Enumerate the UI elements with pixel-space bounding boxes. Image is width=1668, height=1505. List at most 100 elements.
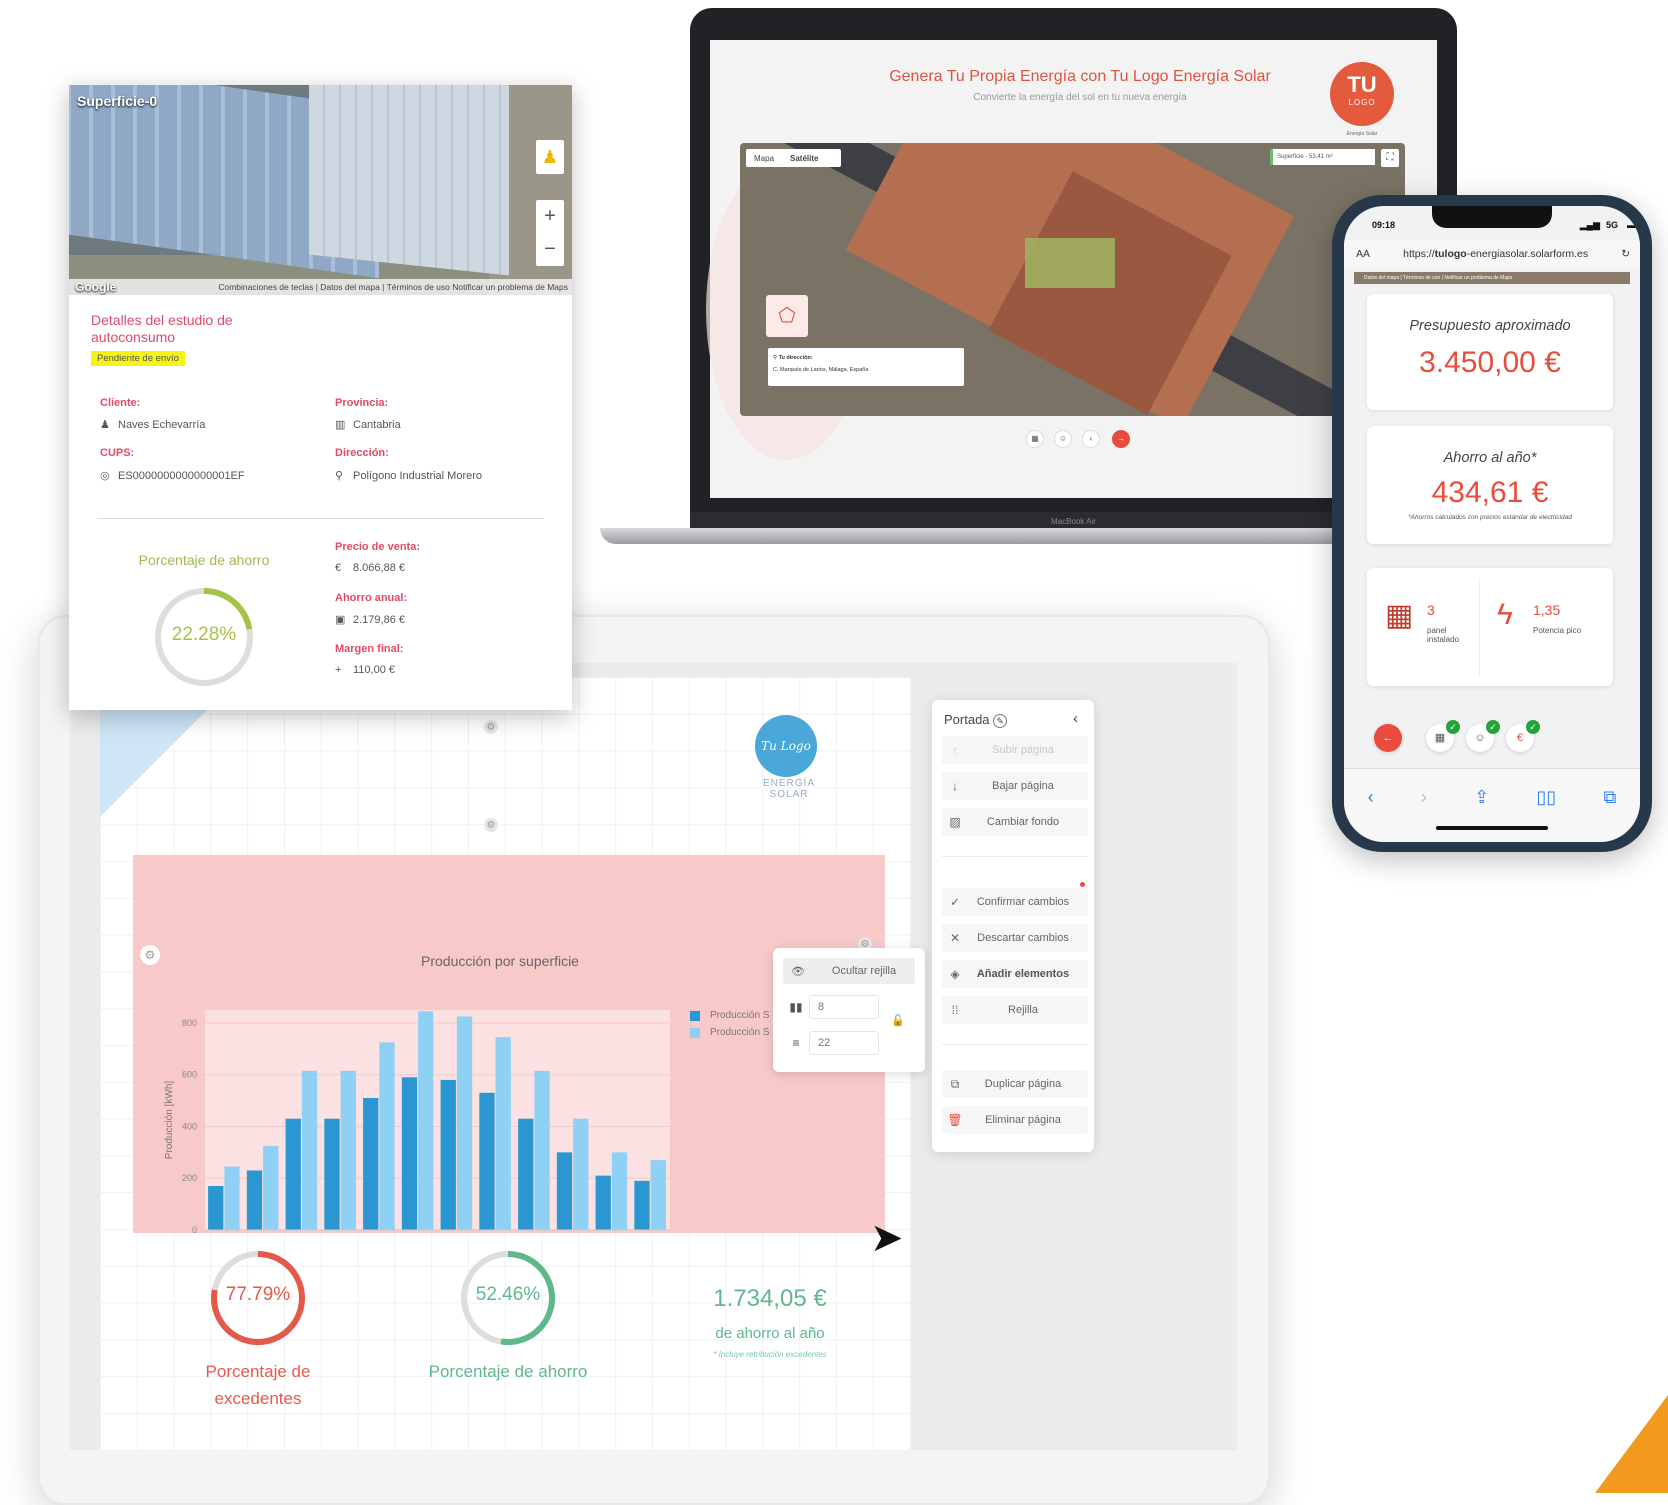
landing-title: Genera Tu Propia Energía con Tu Logo Ene… xyxy=(889,68,1271,85)
bar xyxy=(340,1070,356,1230)
confirm-changes-button[interactable]: ✓ Confirmar cambios xyxy=(942,888,1088,916)
peak-label: Potencia pico xyxy=(1533,626,1582,635)
back-arrow-icon[interactable]: ← xyxy=(1374,724,1402,752)
step-user-icon[interactable]: ☺ xyxy=(1054,430,1072,448)
hide-grid-button[interactable]: 👁 Ocultar rejilla xyxy=(783,958,915,984)
selected-surface[interactable] xyxy=(1025,238,1115,288)
bar xyxy=(611,1152,628,1230)
menu-item-label: Descartar cambios xyxy=(977,932,1069,944)
margen-label: Margen final: xyxy=(335,643,404,655)
cups-value: ◎ ES0000000000000001EF xyxy=(100,469,245,482)
direccion-label: Dirección: xyxy=(335,447,389,459)
network-type: 5G xyxy=(1605,220,1618,230)
map-footer-strip: Datos del mapa | Términos de uso | Notif… xyxy=(1354,272,1630,284)
bar xyxy=(595,1175,611,1230)
tab-satellite[interactable]: Satélite xyxy=(782,154,826,163)
bar xyxy=(650,1160,666,1230)
move-page-up-button[interactable]: ↑ Subir página xyxy=(942,736,1088,764)
grid-columns-input[interactable]: 8 xyxy=(809,995,879,1019)
grid-button[interactable]: ⁞⁞ Rejilla xyxy=(942,996,1088,1024)
url-domain-bold: tulogo xyxy=(1434,248,1467,260)
add-elements-button[interactable]: ◈ Añadir elementos xyxy=(942,960,1088,988)
study-details-card: Superficie-0 ♟ + − Combinaciones de tecl… xyxy=(69,85,572,710)
step-next-icon[interactable]: → xyxy=(1112,430,1130,448)
bar xyxy=(208,1186,224,1230)
reader-mode-button[interactable]: AA xyxy=(1356,248,1370,260)
shapes-icon: ◈ xyxy=(950,967,960,981)
step-back-icon[interactable]: ‹ xyxy=(1082,430,1100,448)
duplicate-page-button[interactable]: ⧉ Duplicar página xyxy=(942,1070,1088,1098)
legend-swatch xyxy=(690,1027,700,1038)
user-icon: ♟ xyxy=(100,419,110,431)
menu-item-label: Eliminar página xyxy=(985,1114,1061,1126)
map-roof xyxy=(309,85,509,276)
ahorro-label: Porcentaje de ahorro xyxy=(428,1362,588,1381)
saving-value: 434,61 € xyxy=(1431,476,1549,509)
forward-icon[interactable]: › xyxy=(1421,787,1427,842)
delete-page-button[interactable]: 🗑 Eliminar página xyxy=(942,1106,1088,1134)
satellite-map[interactable]: Superficie-0 ♟ + − Combinaciones de tecl… xyxy=(69,85,572,295)
ahorro-anual-text: 2.179,86 € xyxy=(353,614,405,626)
browser-toolbar: ‹ › ⇪ ▯▯ ⧉ xyxy=(1344,768,1640,842)
bar xyxy=(556,1152,573,1230)
change-background-button[interactable]: ▨ Cambiar fondo xyxy=(942,808,1088,836)
bookmarks-icon[interactable]: ▯▯ xyxy=(1536,787,1556,842)
chevron-left-icon[interactable]: ‹ xyxy=(1073,710,1078,727)
address-box[interactable]: ⚲ Tu dirección: C. Marqués de Larios, Mál… xyxy=(768,348,964,386)
lock-icon[interactable]: 🔓 xyxy=(891,1014,905,1027)
map-footer[interactable]: Combinaciones de teclas | Datos del mapa… xyxy=(69,279,572,295)
browser-url-bar[interactable]: AA https://tulogo-energiasolar.solarform… xyxy=(1344,240,1640,268)
plus-icon: + xyxy=(335,664,342,676)
share-icon[interactable]: ⇪ xyxy=(1474,787,1489,842)
legend-label: Producción S xyxy=(710,1027,770,1038)
chart-legend: Producción S Producción S xyxy=(690,1010,769,1044)
status-badge: Pendiente de envío xyxy=(91,351,185,366)
saving-note: *Ahorros calculados con precios estándar… xyxy=(1408,514,1572,521)
tabs-icon[interactable]: ⧉ xyxy=(1603,787,1616,842)
bar xyxy=(246,1170,263,1230)
card-divider xyxy=(1479,578,1480,676)
check-icon: ✓ xyxy=(949,895,961,909)
fullscreen-icon[interactable]: ⛶ xyxy=(1381,149,1399,167)
bar xyxy=(324,1118,340,1230)
reload-icon[interactable]: ↻ xyxy=(1621,248,1630,260)
element-gear-icon[interactable]: ⚙ xyxy=(484,818,498,832)
polygon-draw-icon[interactable]: ⬠ xyxy=(766,295,808,337)
bar xyxy=(418,1011,434,1230)
grid-rows-input[interactable]: 22 xyxy=(809,1031,879,1055)
annual-saving-label: de ahorro al año xyxy=(715,1325,825,1342)
grid-icon: ⁞⁞ xyxy=(951,1003,959,1017)
production-bar-chart[interactable]: 0 200 400 600 800 Producción [kWh] xyxy=(160,995,680,1265)
surface-chip[interactable]: Superficie - 53.41 m² xyxy=(1270,149,1375,165)
discard-changes-button[interactable]: ✕ Descartar cambios xyxy=(942,924,1088,952)
direccion-value: ⚲ Polígono Industrial Morero xyxy=(335,469,482,482)
margen-value: +110,00 € xyxy=(335,664,395,676)
company-logo[interactable]: Tu Logo xyxy=(755,715,817,777)
panels-label: panel instalado xyxy=(1427,626,1460,644)
element-gear-icon[interactable]: ⚙ xyxy=(484,720,498,734)
precio-value: €8.066,88 € xyxy=(335,562,405,574)
step-surface-icon[interactable]: ▦ xyxy=(1026,430,1044,448)
move-page-down-button[interactable]: ↓ Bajar página xyxy=(942,772,1088,800)
zoom-control: + − xyxy=(536,200,564,266)
cliente-label: Cliente: xyxy=(100,397,141,409)
home-indicator xyxy=(1436,826,1548,830)
bar xyxy=(440,1079,456,1230)
landing-map[interactable]: Mapa Satélite Superficie - 53.41 m² ⛶ ⬠ ⚲… xyxy=(740,143,1405,416)
panels-value: 3 xyxy=(1427,602,1435,618)
tab-map[interactable]: Mapa xyxy=(746,154,782,163)
copy-icon: ⧉ xyxy=(950,1076,960,1091)
settings-gear-icon[interactable]: ⚙ xyxy=(140,945,160,965)
saving-label: Ahorro al año* xyxy=(1443,450,1537,466)
logo-bottom-text: LOGO xyxy=(1348,98,1376,107)
url-text: https://tulogo-energiasolar.solarform.es xyxy=(1403,248,1588,260)
zoom-out-button[interactable]: − xyxy=(536,233,564,266)
annual-saving-card: Ahorro al año* 434,61 € *Ahorros calcula… xyxy=(1367,426,1613,544)
edit-icon[interactable]: ✎ xyxy=(993,714,1008,728)
back-icon[interactable]: ‹ xyxy=(1368,787,1374,842)
street-view-pegman-icon[interactable]: ♟ xyxy=(536,140,564,174)
bar xyxy=(573,1118,589,1230)
zoom-in-button[interactable]: + xyxy=(536,200,564,233)
menu-item-label: Confirmar cambios xyxy=(976,896,1070,908)
check-icon: ✓ xyxy=(1486,720,1500,734)
